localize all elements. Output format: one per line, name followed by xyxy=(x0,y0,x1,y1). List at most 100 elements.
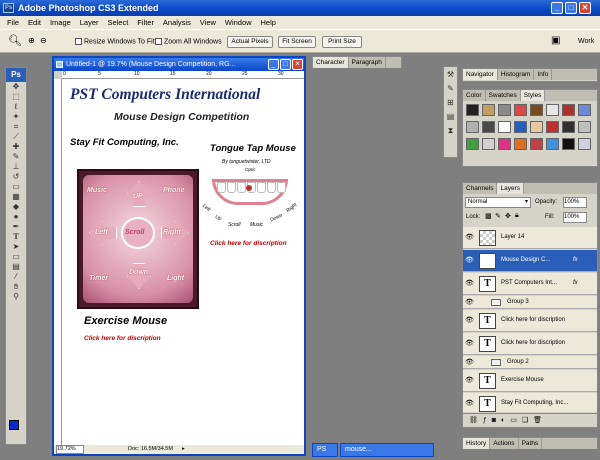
menu-image[interactable]: Image xyxy=(50,18,71,27)
menu-edit[interactable]: Edit xyxy=(28,18,41,27)
style-swatch[interactable] xyxy=(482,138,495,150)
clone-source-icon[interactable]: ⊞ xyxy=(444,98,457,112)
minimize-button[interactable]: _ xyxy=(551,2,563,14)
new-group-icon[interactable]: ▭ xyxy=(510,417,522,424)
layer-effects-icon[interactable]: fx xyxy=(573,280,578,286)
tab-color[interactable]: Color xyxy=(463,90,486,101)
link-layers-icon[interactable]: ⛓︎ xyxy=(469,417,483,424)
zoom-in-icon[interactable]: ⊕ xyxy=(28,36,35,45)
click-description-left[interactable]: Click here for discription xyxy=(84,335,161,342)
visibility-eye-icon[interactable]: 👁︎ xyxy=(465,279,474,287)
zoom-out-icon[interactable]: ⊖ xyxy=(40,36,47,45)
style-swatch[interactable] xyxy=(498,138,511,150)
style-swatch[interactable] xyxy=(514,104,527,116)
dodge-tool-icon[interactable]: ● xyxy=(6,212,26,222)
menu-filter[interactable]: Filter xyxy=(137,18,154,27)
style-swatch[interactable] xyxy=(578,121,591,133)
style-swatch[interactable] xyxy=(530,121,543,133)
resize-windows-checkbox[interactable] xyxy=(75,38,82,45)
lock-position-icon[interactable]: ✥ xyxy=(505,212,511,220)
marquee-tool-icon[interactable]: ⬚ xyxy=(6,92,26,102)
layer-row[interactable]: 👁︎ T Click here for discription xyxy=(463,310,597,332)
visibility-eye-icon[interactable]: 👁︎ xyxy=(465,233,474,241)
layer-comps-icon[interactable]: ▤ xyxy=(444,112,457,126)
style-swatch[interactable] xyxy=(578,138,591,150)
tab-history[interactable]: History xyxy=(463,438,491,449)
style-swatch[interactable] xyxy=(498,121,511,133)
stamp-tool-icon[interactable]: ⊥ xyxy=(6,162,26,172)
zoom-level-field[interactable]: 19.72% xyxy=(56,445,84,454)
menu-view[interactable]: View xyxy=(200,18,216,27)
click-description-right[interactable]: Click here for discription xyxy=(210,240,287,247)
tab-character[interactable]: Character xyxy=(313,57,349,68)
magic-wand-tool-icon[interactable]: ✦ xyxy=(6,112,26,122)
fill-input[interactable]: 100% xyxy=(563,212,587,223)
style-swatch[interactable] xyxy=(578,104,591,116)
visibility-eye-icon[interactable]: 👁︎ xyxy=(465,376,474,384)
style-swatch[interactable] xyxy=(546,138,559,150)
zoom-all-option[interactable]: Zoom All Windows xyxy=(155,38,222,45)
slice-tool-icon[interactable]: ⟋ xyxy=(6,132,26,142)
menu-file[interactable]: File xyxy=(7,18,19,27)
layer-row[interactable]: 👁︎ T Click here for discription xyxy=(463,333,597,355)
adjustment-layer-icon[interactable]: ◐ xyxy=(501,417,510,424)
layer-effects-icon[interactable]: fx xyxy=(573,257,578,263)
zoom-tool-box-icon[interactable]: ⚲ xyxy=(6,292,26,302)
eraser-tool-icon[interactable]: ▭ xyxy=(6,182,26,192)
history-brush-tool-icon[interactable]: ↺ xyxy=(6,172,26,182)
style-swatch[interactable] xyxy=(466,138,479,150)
lock-transparent-icon[interactable]: ▩ xyxy=(485,212,492,220)
tab-paragraph[interactable]: Paragraph xyxy=(349,57,386,68)
brushes-panel-icon[interactable]: ✎ xyxy=(444,84,457,98)
path-select-tool-icon[interactable]: ➤ xyxy=(6,242,26,252)
tab-navigator[interactable]: Navigator xyxy=(463,69,498,80)
hand-tool-icon[interactable]: ✋︎ xyxy=(6,282,26,292)
menu-help[interactable]: Help xyxy=(261,18,276,27)
visibility-eye-icon[interactable]: 👁︎ xyxy=(465,399,474,407)
status-menu-arrow-icon[interactable]: ▸ xyxy=(182,445,185,454)
tab-channels[interactable]: Channels xyxy=(463,183,498,194)
layer-group-row[interactable]: 👁︎ Group 2 xyxy=(463,356,597,369)
lock-all-icon[interactable]: 🔒︎ xyxy=(515,212,519,220)
new-layer-icon[interactable]: ❑ xyxy=(522,417,533,424)
layer-row[interactable]: 👁︎ Layer 14 xyxy=(463,227,597,249)
resize-windows-option[interactable]: Resize Windows To Fit xyxy=(75,38,155,45)
actual-pixels-button[interactable]: Actual Pixels xyxy=(227,36,273,48)
crop-tool-icon[interactable]: ⌗ xyxy=(6,122,26,132)
style-swatch[interactable] xyxy=(482,104,495,116)
workspace-icon[interactable]: ▣ xyxy=(551,35,560,46)
eyedropper-tool-icon[interactable]: ⁄ xyxy=(6,272,26,282)
delete-layer-icon[interactable]: 🗑︎ xyxy=(533,417,547,424)
blend-mode-select[interactable]: Normal ▾ xyxy=(465,197,531,208)
style-swatch[interactable] xyxy=(466,121,479,133)
type-tool-icon[interactable]: T xyxy=(6,232,26,242)
visibility-eye-icon[interactable]: 👁︎ xyxy=(465,298,474,306)
foreground-color-swatch[interactable] xyxy=(9,420,19,430)
style-swatch[interactable] xyxy=(562,121,575,133)
visibility-eye-icon[interactable]: 👁︎ xyxy=(465,256,474,264)
print-size-button[interactable]: Print Size xyxy=(322,36,362,48)
layer-style-icon[interactable]: ƒ xyxy=(483,417,492,424)
document-title-bar[interactable]: Untitled-1 @ 19.7% (Mouse Design Competi… xyxy=(54,58,304,71)
style-swatch[interactable] xyxy=(530,104,543,116)
history-icon[interactable]: ⧗ xyxy=(444,126,457,140)
lock-image-icon[interactable]: ✎ xyxy=(495,212,501,220)
menu-layer[interactable]: Layer xyxy=(80,18,99,27)
minimized-doc-2[interactable]: mouse... xyxy=(340,443,434,457)
doc-minimize-button[interactable]: _ xyxy=(268,59,279,70)
layer-row[interactable]: 👁︎ T Exercise Mouse xyxy=(463,370,597,392)
visibility-eye-icon[interactable]: 👁︎ xyxy=(465,358,474,366)
visibility-eye-icon[interactable]: 👁︎ xyxy=(465,316,474,324)
tool-presets-icon[interactable]: ⚒ xyxy=(444,70,457,84)
tab-actions[interactable]: Actions xyxy=(490,438,519,449)
brush-tool-icon[interactable]: ✎ xyxy=(6,152,26,162)
style-swatch[interactable] xyxy=(514,121,527,133)
fit-screen-button[interactable]: Fit Screen xyxy=(278,36,316,48)
move-tool-icon[interactable]: ✥ xyxy=(6,82,26,92)
tab-info[interactable]: Info xyxy=(534,69,553,80)
style-swatch[interactable] xyxy=(514,138,527,150)
layer-row[interactable]: 👁︎ T PST Computers Int... fx xyxy=(463,273,597,295)
layer-mask-icon[interactable]: ◙ xyxy=(492,417,501,424)
notes-tool-icon[interactable]: ▤ xyxy=(6,262,26,272)
minimized-doc-1[interactable]: PS xyxy=(312,443,338,457)
